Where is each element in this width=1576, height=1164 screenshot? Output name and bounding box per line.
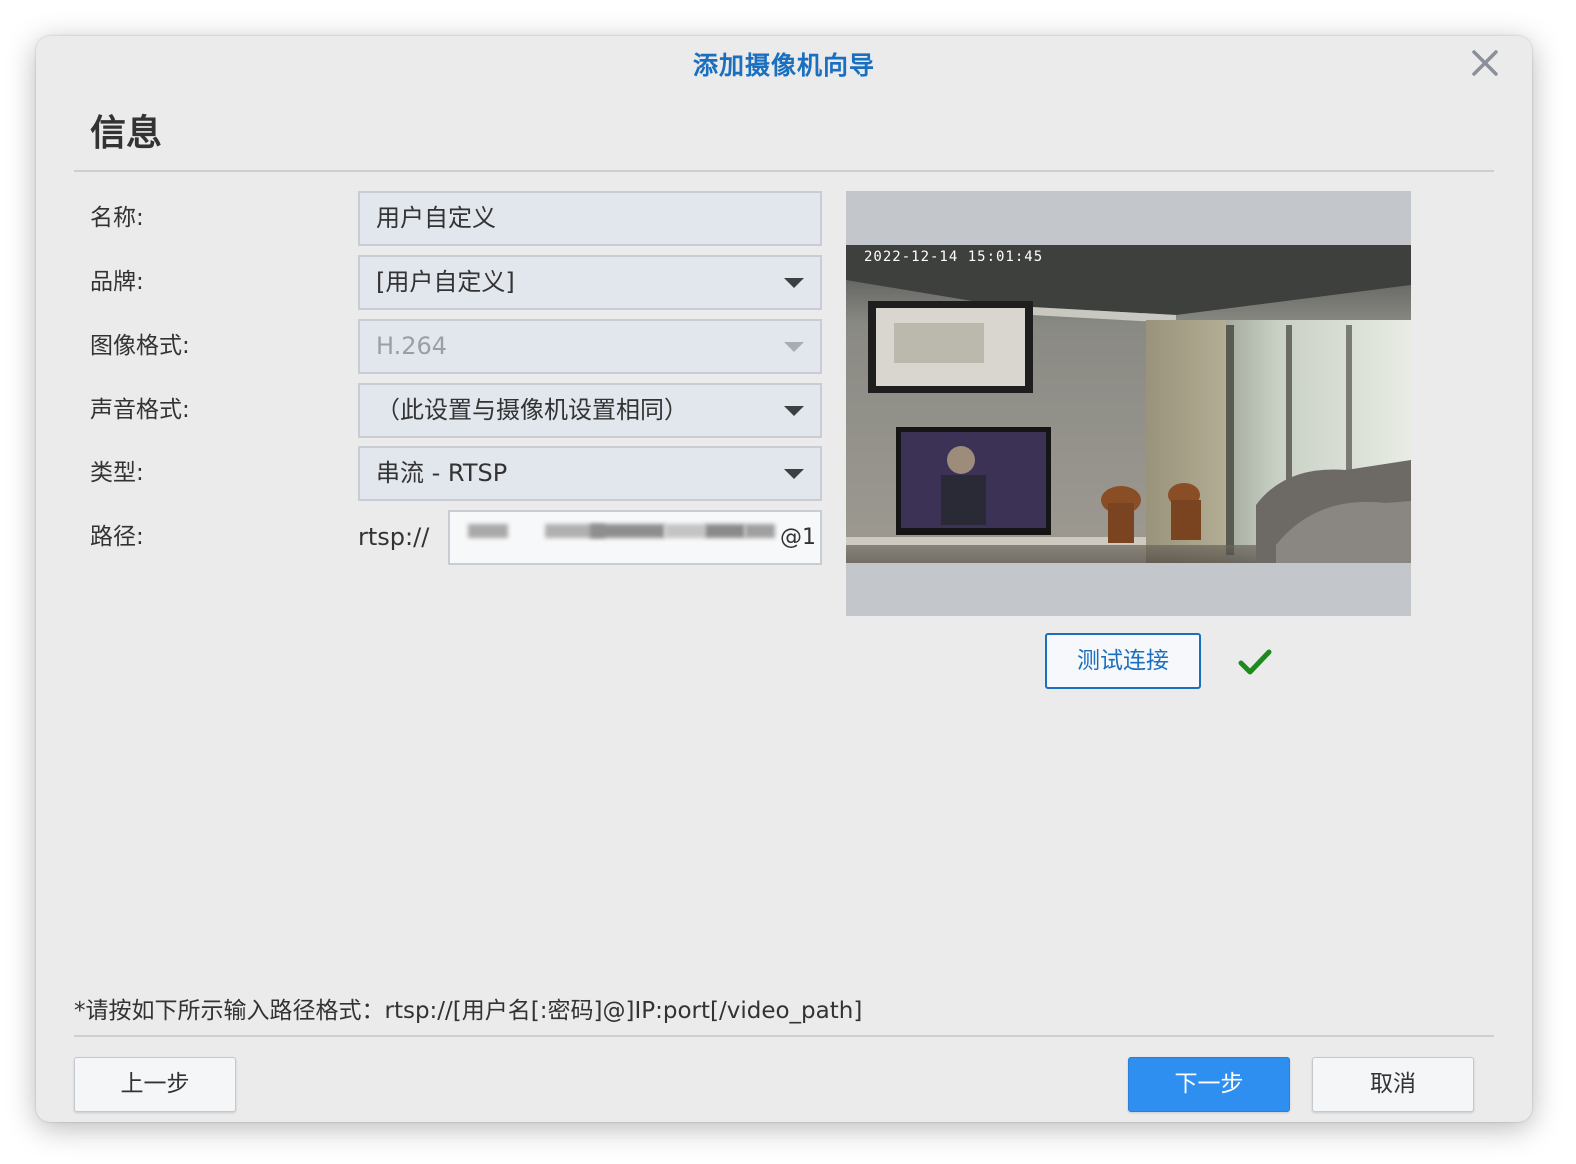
type-value: 串流 - RTSP [376,459,508,487]
redacted-text [468,524,508,538]
video-format-label: 图像格式: [90,333,190,359]
previous-button[interactable]: 上一步 [74,1057,236,1112]
redacted-text [705,524,745,538]
name-value: 用户自定义 [376,204,496,232]
test-connection-button[interactable]: 测试连接 [1045,633,1201,689]
next-button[interactable]: 下一步 [1128,1057,1290,1112]
preview-timestamp: 2022-12-14 15:01:45 [864,249,1044,265]
type-label: 类型: [90,460,144,486]
cancel-button[interactable]: 取消 [1312,1057,1474,1112]
audio-format-select[interactable]: （此设置与摄像机设置相同） [358,383,822,438]
type-select[interactable]: 串流 - RTSP [358,446,822,501]
chevron-down-icon [784,278,804,288]
add-camera-wizard-dialog: 添加摄像机向导 信息 名称: 用户自定义 品牌: [用户自定义] 图像格式: H… [36,36,1532,1122]
close-icon[interactable] [1468,46,1502,80]
brand-select[interactable]: [用户自定义] [358,255,822,310]
camera-preview-image: 2022-12-14 15:01:45 [846,245,1411,563]
name-label: 名称: [90,205,144,231]
chevron-down-icon [784,469,804,479]
check-icon [1238,648,1272,676]
video-format-select: H.264 [358,319,822,374]
name-input[interactable]: 用户自定义 [358,191,822,246]
path-format-hint: *请按如下所示输入路径格式：rtsp://[用户名[:密码]@]IP:port[… [74,998,863,1024]
path-input[interactable]: @1 [448,510,822,565]
path-visible-suffix: @1 [780,525,816,550]
path-label: 路径: [90,524,144,550]
redacted-text [665,524,705,538]
redacted-text [745,524,775,538]
path-prefix: rtsp:// [358,523,430,551]
chevron-down-icon [784,342,804,352]
audio-format-value: （此设置与摄像机设置相同） [376,396,688,424]
camera-preview: 2022-12-14 15:01:45 [846,191,1411,616]
dialog-title: 添加摄像机向导 [692,51,875,80]
redacted-text [590,524,665,538]
audio-format-label: 声音格式: [90,397,190,423]
footer-divider [74,1035,1494,1037]
chevron-down-icon [784,406,804,416]
video-format-value: H.264 [376,332,448,360]
header-divider [74,170,1494,172]
brand-label: 品牌: [90,269,144,295]
brand-value: [用户自定义] [376,268,515,296]
section-title: 信息 [90,113,163,154]
